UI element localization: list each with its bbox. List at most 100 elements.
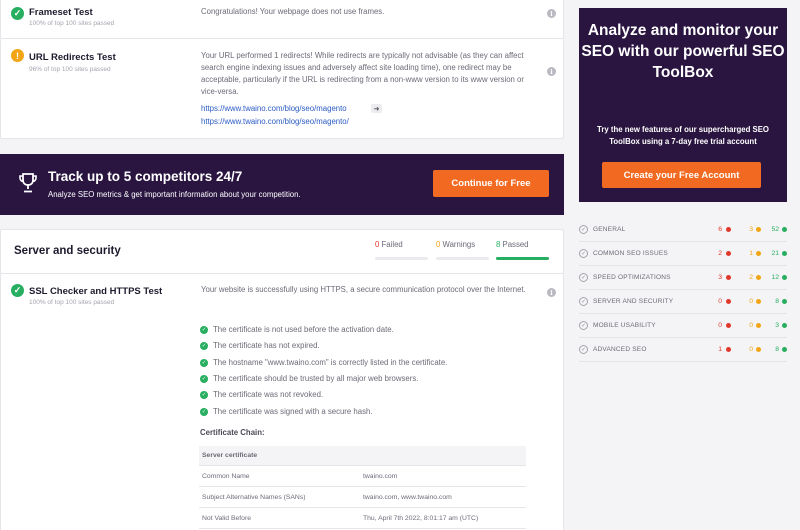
passed-count: 8 — [775, 298, 779, 305]
warnings-dot — [756, 251, 761, 256]
check-circle-icon: ✓ — [579, 225, 588, 234]
warnings-dot — [756, 299, 761, 304]
summary-label: ADVANCED SEO — [593, 346, 647, 353]
failed-tally: 0 Failed — [375, 240, 403, 249]
cert-value: twaino.com, www.twaino.com — [363, 493, 452, 501]
certificate-chain-title: Certificate Chain: — [200, 428, 265, 437]
table-row: Common Name twaino.com — [199, 466, 526, 487]
failed-count: 6 — [718, 226, 722, 233]
test-description: Your URL performed 1 redirects! While re… — [201, 51, 524, 96]
cert-key: Not Valid Before — [202, 514, 251, 522]
url-redirects-test-card: ! URL Redirects Test 96% of top 100 site… — [0, 39, 564, 139]
test-description: Your website is successfully using HTTPS… — [201, 285, 526, 294]
check-circle-icon: ✓ — [579, 297, 588, 306]
frameset-test-card: ✓ Frameset Test 100% of top 100 sites pa… — [0, 0, 564, 39]
summary-row-general[interactable]: ✓ GENERAL 6 3 52 — [579, 218, 787, 242]
summary-label: MOBILE USABILITY — [593, 322, 656, 329]
test-description: Congratulations! Your webpage does not u… — [201, 7, 385, 16]
warnings-count: 0 — [436, 240, 441, 249]
section-title: Server and security — [14, 245, 121, 257]
passed-dot — [782, 275, 787, 280]
check-circle-icon: ✓ — [579, 273, 588, 282]
check-icon: ✓ — [200, 326, 208, 334]
table-row: Subject Alternative Names (SANs) twaino.… — [199, 487, 526, 508]
check-circle-icon: ✓ — [579, 345, 588, 354]
failed-count: 0 — [375, 240, 380, 249]
summary-row-mobile-usability[interactable]: ✓ MOBILE USABILITY 0 0 3 — [579, 314, 787, 338]
warnings-dot — [756, 347, 761, 352]
warnings-count: 1 — [749, 250, 753, 257]
banner-subtitle: Analyze SEO metrics & get important info… — [48, 190, 301, 199]
failed-count: 0 — [718, 298, 722, 305]
test-pass-rate: 100% of top 100 sites passed — [29, 299, 115, 306]
summary-label: COMMON SEO ISSUES — [593, 250, 668, 257]
toolbox-promo: Analyze and monitor your SEO with our po… — [579, 8, 787, 202]
report-column: ✓ Frameset Test 100% of top 100 sites pa… — [0, 0, 564, 530]
ssl-check-item: The hostname "www.twaino.com" is correct… — [213, 358, 448, 367]
failed-dot — [726, 227, 731, 232]
passed-label: Passed — [502, 240, 529, 249]
failed-dot — [726, 275, 731, 280]
passed-dot — [782, 323, 787, 328]
promo-title: Analyze and monitor your SEO with our po… — [581, 22, 785, 81]
passed-tally: 8 Passed — [496, 240, 529, 249]
failed-dot — [726, 347, 731, 352]
test-pass-rate: 96% of top 100 sites passed — [29, 66, 111, 73]
passed-bar — [496, 257, 549, 260]
cert-key: Subject Alternative Names (SANs) — [202, 493, 306, 501]
pass-check-icon: ✓ — [11, 7, 24, 20]
failed-label: Failed — [381, 240, 403, 249]
create-free-account-button[interactable]: Create your Free Account — [602, 162, 761, 188]
test-name: Frameset Test — [29, 7, 93, 18]
failed-count: 1 — [718, 346, 722, 353]
failed-dot — [726, 299, 731, 304]
failed-dot — [726, 323, 731, 328]
cert-value: twaino.com — [363, 472, 398, 480]
info-icon[interactable]: i — [547, 9, 556, 18]
warnings-tally: 0 Warnings — [436, 240, 475, 249]
summary-row-common-seo-issues[interactable]: ✓ COMMON SEO ISSUES 2 1 21 — [579, 242, 787, 266]
ssl-check-item: The certificate was signed with a secure… — [213, 407, 373, 416]
test-name: URL Redirects Test — [29, 52, 116, 63]
warnings-dot — [756, 323, 761, 328]
failed-count: 2 — [718, 250, 722, 257]
warnings-bar — [436, 257, 489, 260]
info-icon[interactable]: i — [547, 288, 556, 297]
summary-row-server-and-security[interactable]: ✓ SERVER AND SECURITY 0 0 8 — [579, 290, 787, 314]
redirect-target-link[interactable]: https://www.twaino.com/blog/seo/magento/ — [201, 117, 349, 126]
redirect-arrow-icon: ➜ — [371, 104, 382, 113]
cert-key: Common Name — [202, 472, 250, 480]
failed-dot — [726, 251, 731, 256]
banner-title: Track up to 5 competitors 24/7 — [48, 169, 243, 184]
passed-dot — [782, 251, 787, 256]
check-icon: ✓ — [200, 342, 208, 350]
info-icon[interactable]: i — [547, 67, 556, 76]
table-row: Not Valid Before Thu, April 7th 2022, 8:… — [199, 508, 526, 529]
warnings-dot — [756, 275, 761, 280]
warnings-label: Warnings — [442, 240, 476, 249]
failed-bar — [375, 257, 428, 260]
passed-count: 12 — [771, 274, 779, 281]
passed-dot — [782, 299, 787, 304]
passed-dot — [782, 347, 787, 352]
continue-for-free-button[interactable]: Continue for Free — [433, 170, 549, 197]
summary-label: SPEED OPTIMIZATIONS — [593, 274, 671, 281]
summary-row-speed-optimizations[interactable]: ✓ SPEED OPTIMIZATIONS 3 2 12 — [579, 266, 787, 290]
warnings-dot — [756, 227, 761, 232]
ssl-check-item: The certificate should be trusted by all… — [213, 374, 419, 383]
promo-subtitle: Try the new features of our supercharged… — [596, 125, 769, 146]
summary-row-advanced-seo[interactable]: ✓ ADVANCED SEO 1 0 8 — [579, 338, 787, 362]
ssl-check-item: The certificate was not revoked. — [213, 390, 324, 399]
warning-icon: ! — [11, 49, 24, 62]
redirect-source-link[interactable]: https://www.twaino.com/blog/seo/magento — [201, 104, 347, 113]
warnings-count: 2 — [749, 274, 753, 281]
ssl-check-item: The certificate has not expired. — [213, 341, 320, 350]
ssl-check-item: The certificate is not used before the a… — [213, 325, 394, 334]
passed-count: 52 — [771, 226, 779, 233]
passed-count: 3 — [775, 322, 779, 329]
summary-label: SERVER AND SECURITY — [593, 298, 674, 305]
failed-count: 3 — [718, 274, 722, 281]
check-icon: ✓ — [200, 408, 208, 416]
certificate-table: Server certificate Common Name twaino.co… — [199, 446, 526, 529]
test-name: SSL Checker and HTTPS Test — [29, 286, 163, 297]
